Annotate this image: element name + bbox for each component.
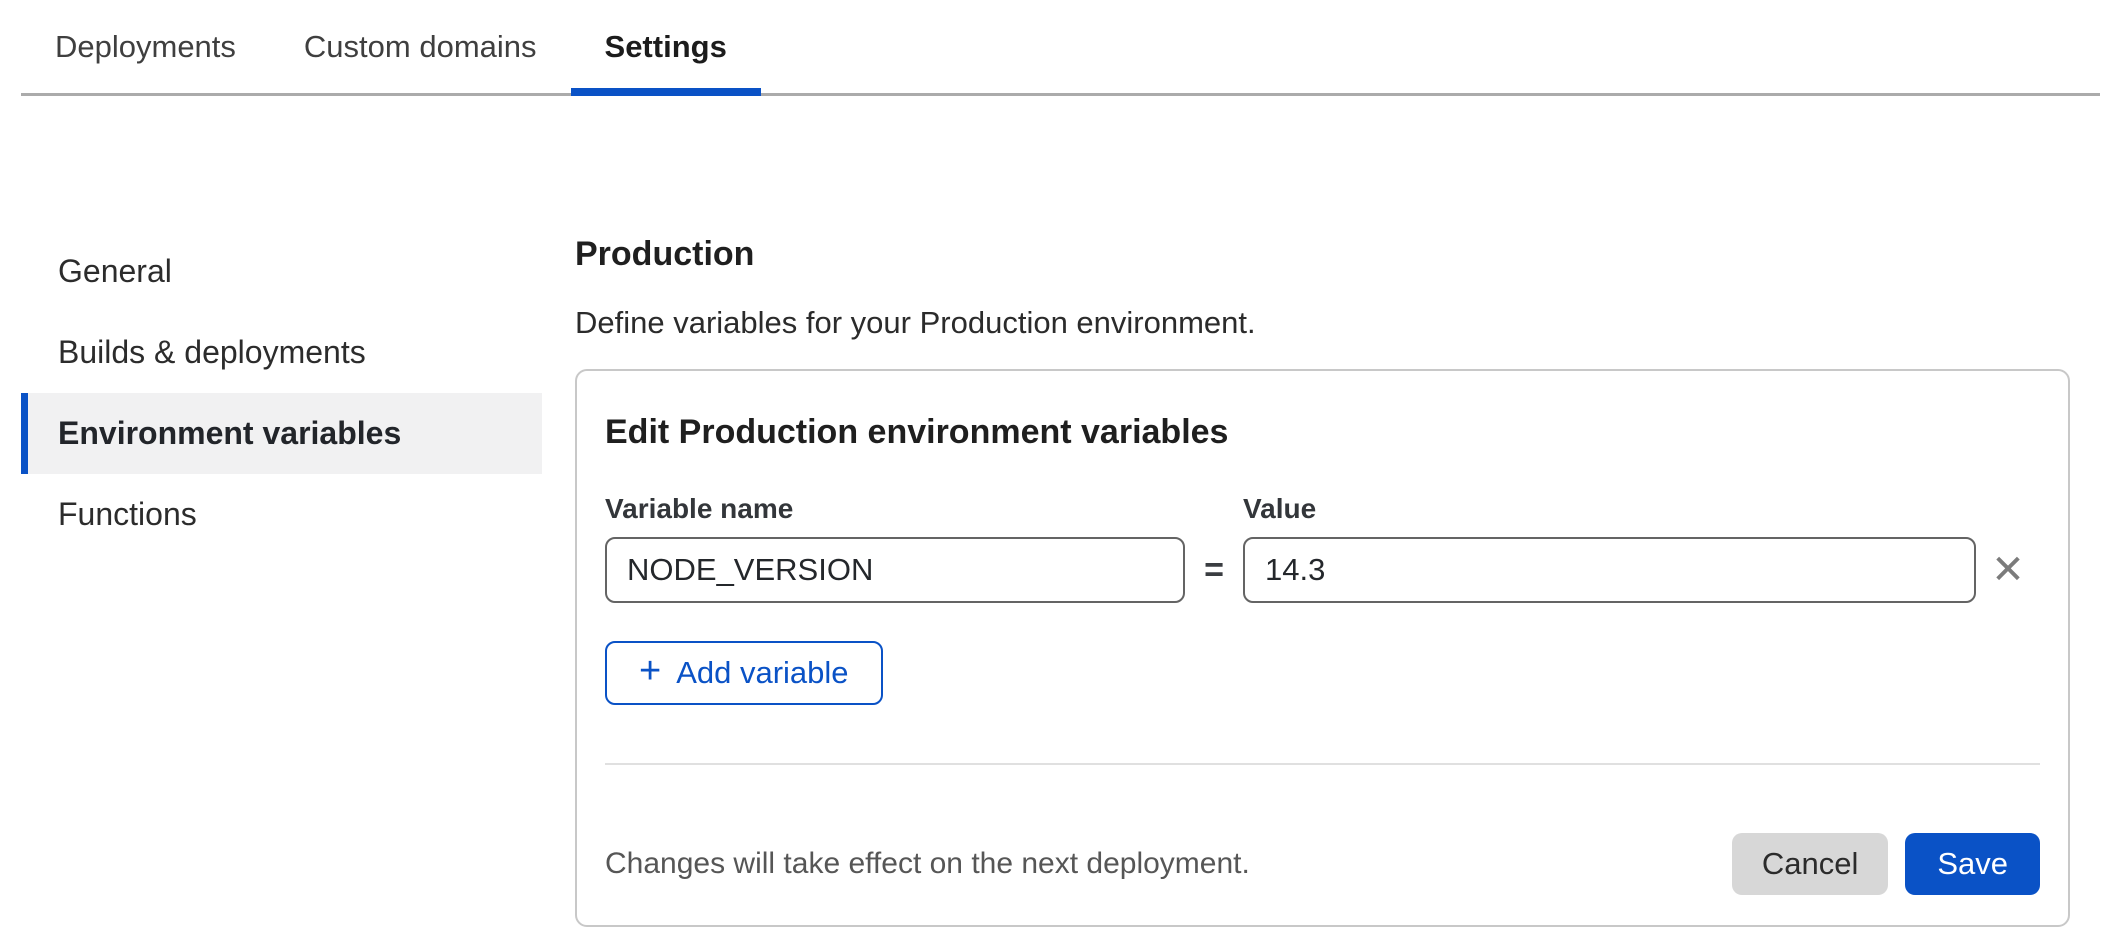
section-description: Define variables for your Production env… bbox=[575, 305, 2070, 341]
sidebar-item-environment-variables[interactable]: Environment variables bbox=[21, 393, 542, 474]
tab-deployments[interactable]: Deployments bbox=[21, 0, 270, 93]
save-button[interactable]: Save bbox=[1905, 833, 2040, 895]
main-panel: Production Define variables for your Pro… bbox=[575, 96, 2070, 927]
variable-row: = ✕ bbox=[605, 537, 2040, 603]
add-variable-button[interactable]: + Add variable bbox=[605, 641, 883, 705]
footer-note: Changes will take effect on the next dep… bbox=[605, 846, 1250, 882]
variable-name-label: Variable name bbox=[605, 492, 1243, 525]
close-icon: ✕ bbox=[1991, 550, 2025, 590]
footer-actions: Cancel Save bbox=[1732, 833, 2040, 895]
card-footer: Changes will take effect on the next dep… bbox=[605, 833, 2040, 895]
environment-variables-card: Edit Production environment variables Va… bbox=[575, 369, 2070, 927]
card-title: Edit Production environment variables bbox=[605, 413, 2040, 452]
variable-value-input[interactable] bbox=[1243, 537, 1976, 603]
field-labels-row: Variable name Value bbox=[605, 492, 2040, 525]
tab-settings[interactable]: Settings bbox=[571, 0, 761, 93]
settings-sidebar: General Builds & deployments Environment… bbox=[21, 231, 542, 555]
add-variable-label: Add variable bbox=[676, 655, 848, 691]
tab-custom-domains[interactable]: Custom domains bbox=[270, 0, 571, 93]
sidebar-item-functions[interactable]: Functions bbox=[21, 474, 542, 555]
remove-variable-button[interactable]: ✕ bbox=[1976, 537, 2040, 603]
tab-bar: Deployments Custom domains Settings bbox=[21, 0, 2100, 96]
section-title: Production bbox=[575, 234, 2070, 275]
plus-icon: + bbox=[639, 652, 661, 690]
value-label: Value bbox=[1243, 492, 2040, 525]
cancel-button[interactable]: Cancel bbox=[1732, 833, 1889, 895]
page-content: General Builds & deployments Environment… bbox=[0, 96, 2121, 927]
sidebar-item-general[interactable]: General bbox=[21, 231, 542, 312]
variable-name-input[interactable] bbox=[605, 537, 1185, 603]
sidebar-item-builds-deployments[interactable]: Builds & deployments bbox=[21, 312, 542, 393]
card-divider bbox=[605, 763, 2040, 765]
equals-sign: = bbox=[1185, 551, 1243, 590]
